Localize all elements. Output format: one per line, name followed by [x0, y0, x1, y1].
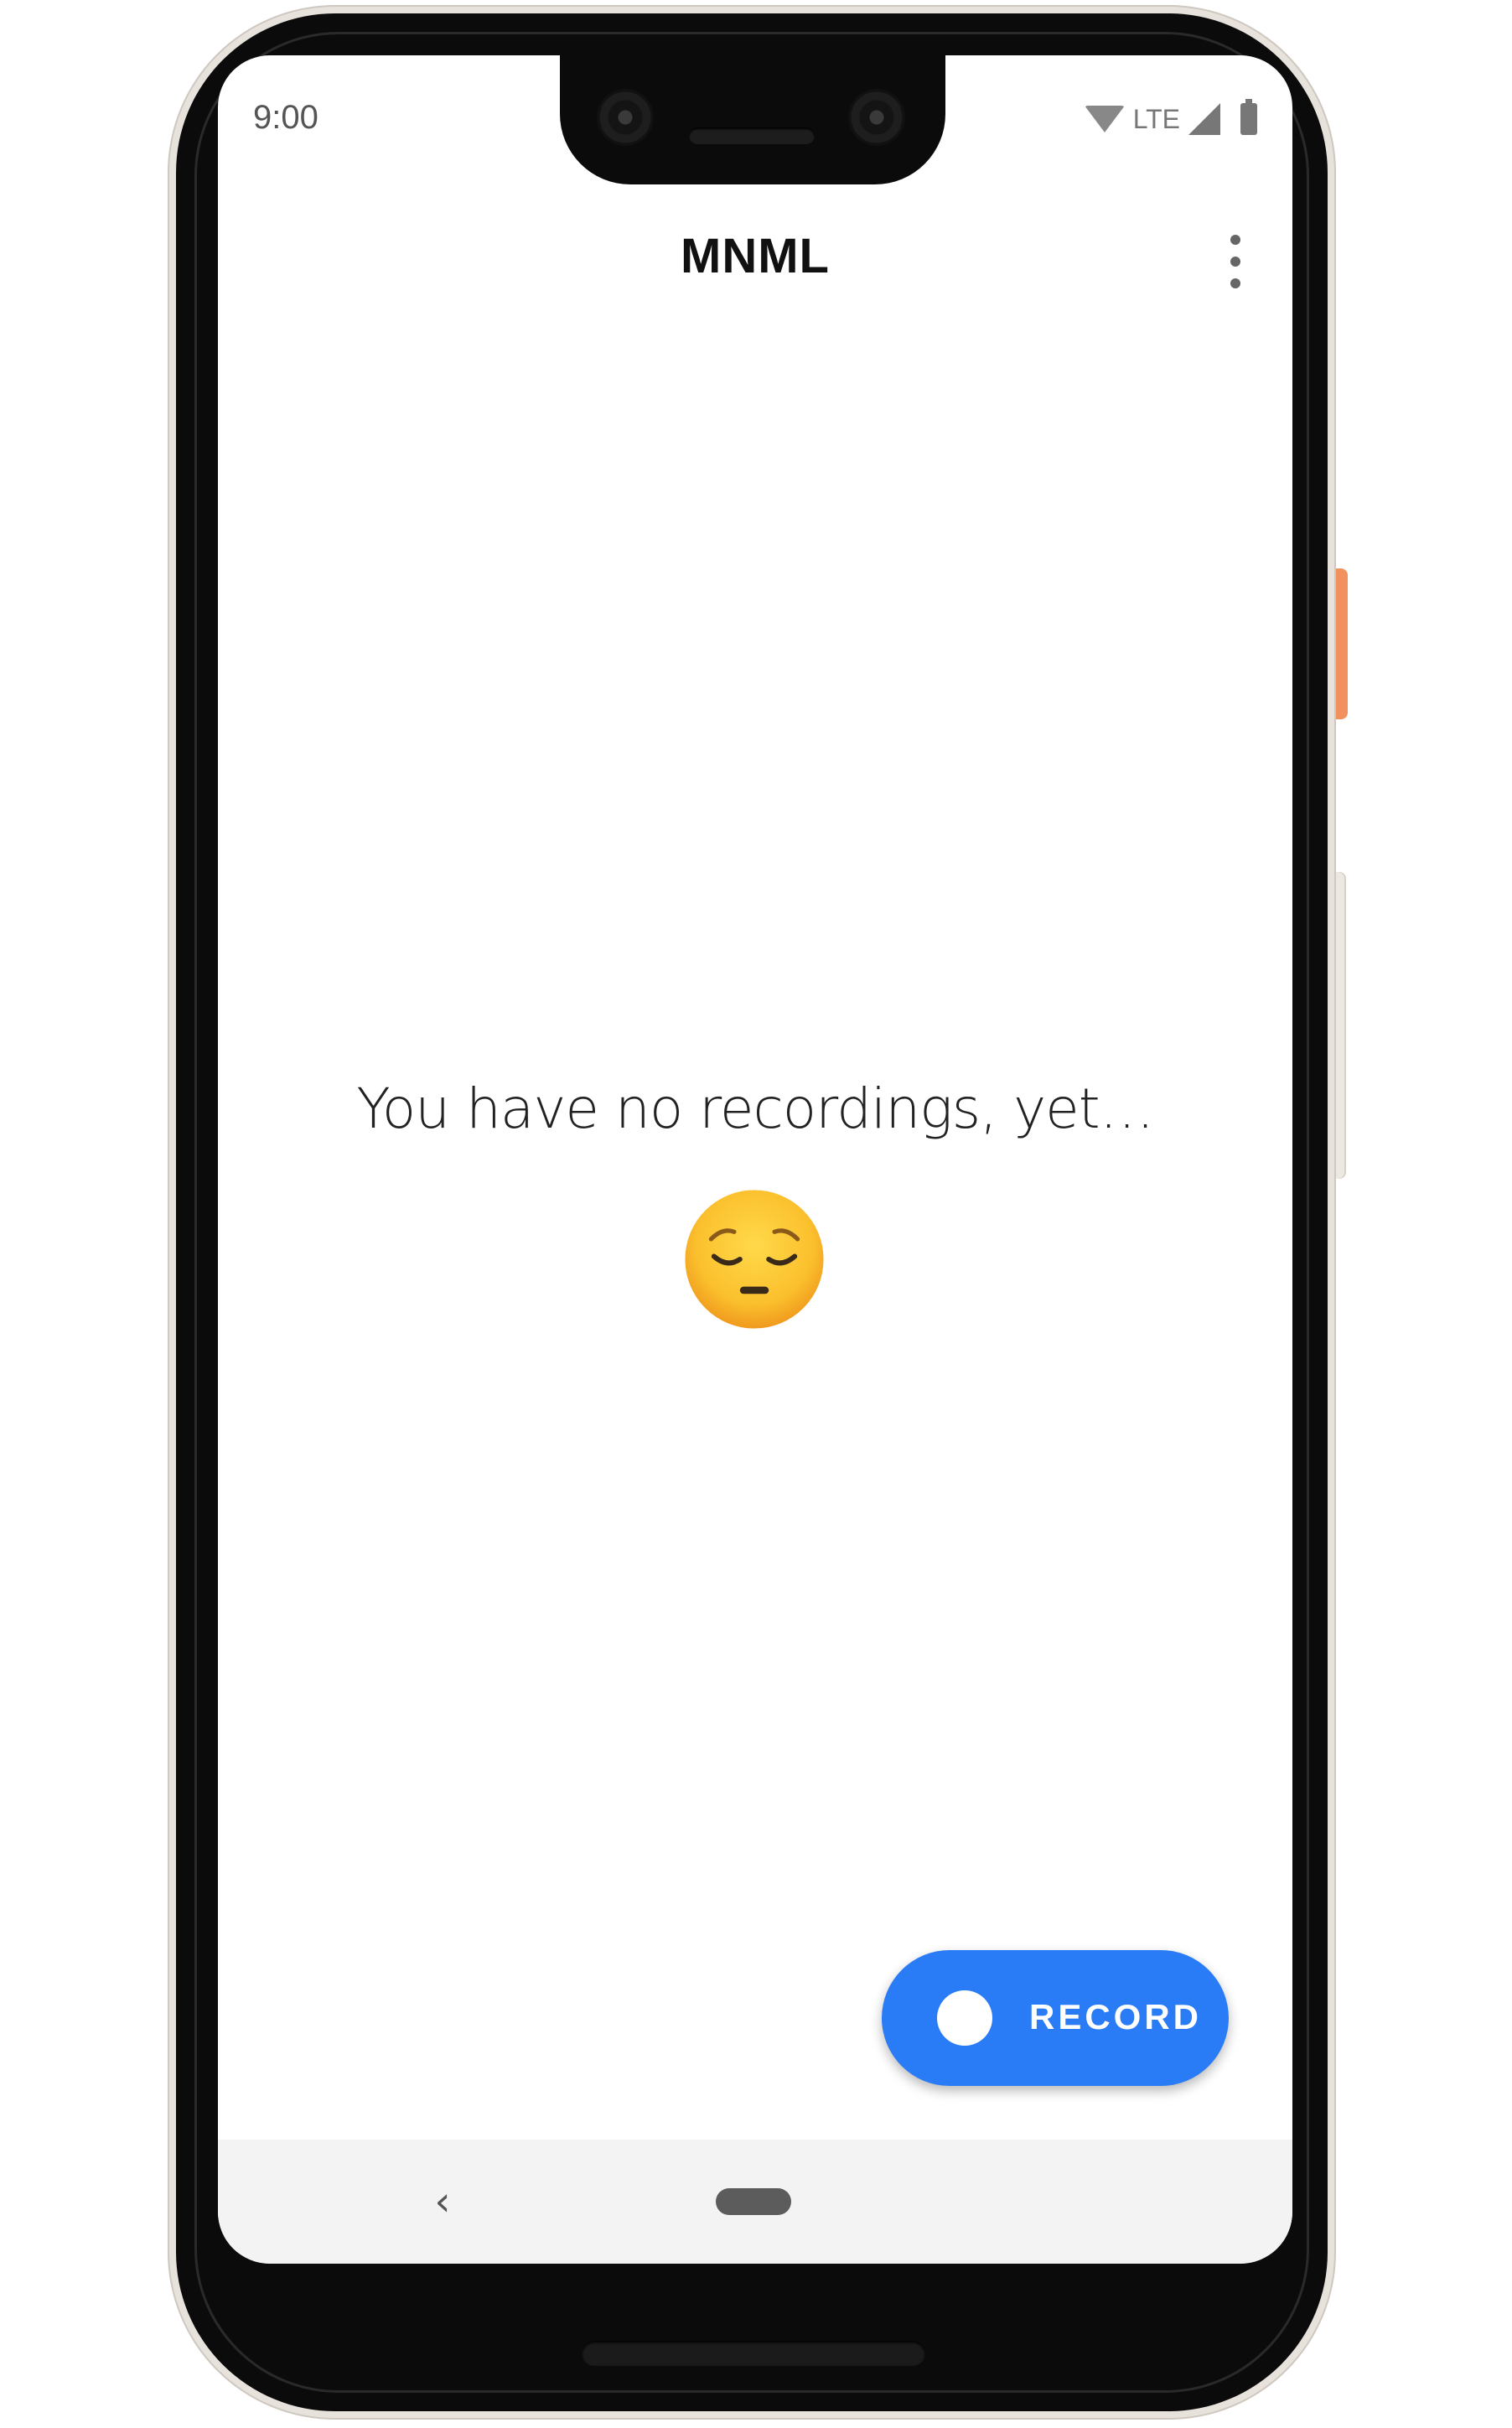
- record-dot-icon: [937, 1990, 992, 2046]
- pensive-face-icon: [685, 1190, 824, 1329]
- battery-icon: [1240, 99, 1257, 135]
- device-screen: 9:00 LTE MNML You have no recordings, ye…: [218, 55, 1292, 2264]
- more-dot: [1230, 257, 1240, 267]
- record-button[interactable]: RECORD: [882, 1950, 1229, 2086]
- bottom-speaker: [582, 2341, 925, 2366]
- status-icons: LTE: [1084, 99, 1257, 137]
- app-title: MNML: [681, 229, 830, 283]
- record-button-label: RECORD: [1029, 1997, 1203, 2036]
- network-type-label: LTE: [1132, 103, 1180, 134]
- status-time: 9:00: [253, 99, 318, 136]
- signal-icon: [1188, 103, 1220, 135]
- power-button: [1336, 568, 1348, 719]
- system-nav-bar: ‹: [218, 2140, 1292, 2264]
- more-dot: [1230, 235, 1240, 245]
- empty-state-message: You have no recordings, yet…: [356, 1077, 1154, 1141]
- wifi-icon: [1084, 106, 1125, 132]
- front-camera-icon: [848, 89, 905, 146]
- home-pill-icon[interactable]: [716, 2188, 791, 2215]
- front-camera-icon: [597, 89, 654, 146]
- volume-button: [1336, 872, 1346, 1179]
- earpiece-speaker: [689, 127, 815, 144]
- more-dot: [1230, 278, 1240, 288]
- back-icon[interactable]: ‹: [426, 2182, 459, 2222]
- more-vert-icon[interactable]: [1220, 235, 1251, 288]
